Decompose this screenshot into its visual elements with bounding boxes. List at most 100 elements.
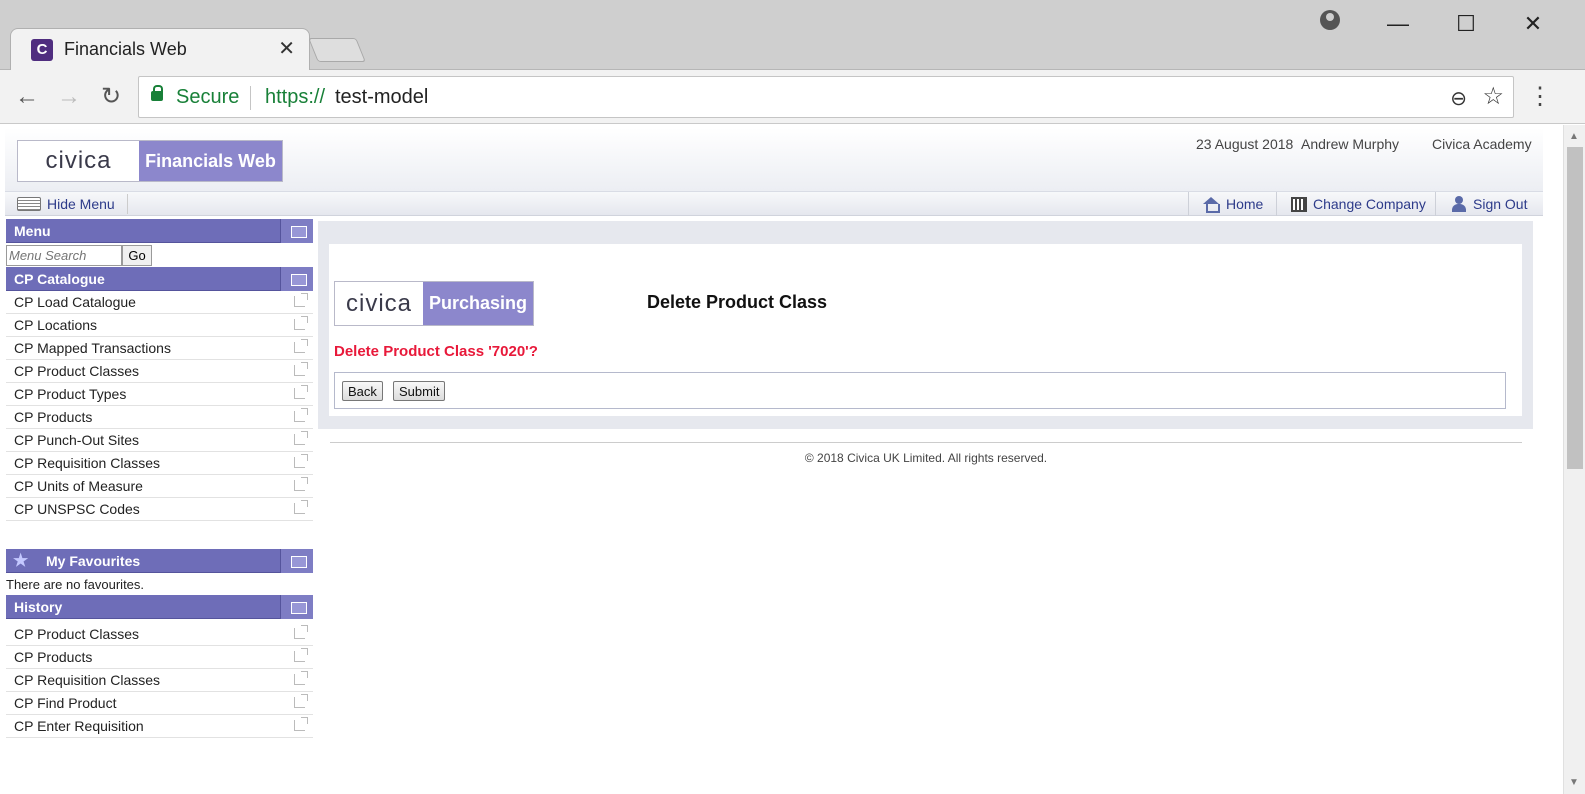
url-host: test-model bbox=[335, 86, 429, 108]
no-favourites-text: There are no favourites. bbox=[6, 577, 145, 592]
open-external-icon[interactable] bbox=[294, 477, 308, 491]
menu-item-label: CP Products bbox=[14, 409, 93, 425]
bookmark-star-icon[interactable]: ☆ bbox=[1482, 82, 1504, 111]
open-external-icon[interactable] bbox=[294, 293, 308, 307]
history-item-cp-find-product[interactable]: CP Find Product bbox=[6, 692, 313, 715]
browser-menu-icon[interactable]: ⋮ bbox=[1528, 82, 1552, 112]
history-header: History bbox=[6, 595, 313, 619]
history-panel-toggle-icon[interactable] bbox=[280, 595, 313, 619]
favourites-header: ★ My Favourites bbox=[6, 549, 313, 573]
hide-menu-button[interactable]: Hide Menu bbox=[17, 194, 128, 214]
home-link[interactable]: Home bbox=[1202, 194, 1263, 214]
menu-item-cp-load-catalogue[interactable]: CP Load Catalogue bbox=[6, 291, 313, 314]
menu-panel-toggle-icon[interactable] bbox=[280, 219, 313, 243]
app-header: civica Financials Web 23 August 2018 And… bbox=[5, 128, 1543, 192]
address-bar[interactable]: Secure https:// test-model ⊖ ☆ bbox=[138, 76, 1514, 118]
vertical-scrollbar[interactable]: ▲ ▼ bbox=[1563, 125, 1585, 794]
main-content-panel: civica Purchasing Delete Product Class D… bbox=[329, 244, 1522, 416]
open-external-icon[interactable] bbox=[294, 648, 308, 662]
history-item-cp-products[interactable]: CP Products bbox=[6, 646, 313, 669]
menu-item-cp-unspsc-codes[interactable]: CP UNSPSC Codes bbox=[6, 498, 313, 521]
secure-label: Secure bbox=[176, 86, 240, 108]
cp-catalogue-title: CP Catalogue bbox=[14, 271, 105, 287]
menu-item-cp-punch-out-sites[interactable]: CP Punch-Out Sites bbox=[6, 429, 313, 452]
open-external-icon[interactable] bbox=[294, 362, 308, 376]
sign-out-link[interactable]: Sign Out bbox=[1451, 194, 1527, 214]
lock-icon bbox=[151, 85, 163, 101]
browser-tab[interactable]: C Financials Web ✕ bbox=[10, 28, 310, 71]
hide-menu-label: Hide Menu bbox=[47, 196, 115, 212]
menu-item-cp-requisition-classes[interactable]: CP Requisition Classes bbox=[6, 452, 313, 475]
url-scheme: https:// bbox=[265, 86, 326, 108]
civica-logo-text: civica bbox=[335, 282, 423, 325]
menu-item-cp-product-classes[interactable]: CP Product Classes bbox=[6, 360, 313, 383]
open-external-icon[interactable] bbox=[294, 625, 308, 639]
menu-item-cp-product-types[interactable]: CP Product Types bbox=[6, 383, 313, 406]
new-tab-button[interactable] bbox=[308, 38, 366, 62]
purchasing-logo: civica Purchasing bbox=[334, 281, 534, 326]
footer-divider bbox=[330, 442, 1522, 443]
favourites-panel-toggle-icon[interactable] bbox=[280, 549, 313, 573]
scroll-down-icon[interactable]: ▼ bbox=[1569, 777, 1579, 788]
scroll-thumb[interactable] bbox=[1567, 147, 1583, 469]
forward-arrow-icon[interactable]: → bbox=[54, 82, 84, 112]
menu-item-label: CP Product Classes bbox=[14, 363, 140, 379]
submit-button[interactable]: Submit bbox=[393, 381, 446, 401]
menu-panel-header: Menu bbox=[6, 219, 313, 243]
menu-search-input[interactable] bbox=[6, 244, 122, 266]
reload-icon[interactable]: ↻ bbox=[96, 82, 126, 112]
open-external-icon[interactable] bbox=[294, 717, 308, 731]
change-company-link[interactable]: Change Company bbox=[1291, 194, 1426, 214]
account-icon[interactable] bbox=[1320, 10, 1340, 30]
back-button[interactable]: Back bbox=[342, 381, 383, 401]
menu-item-cp-units-of-measure[interactable]: CP Units of Measure bbox=[6, 475, 313, 498]
home-icon bbox=[1202, 197, 1220, 213]
zoom-icon[interactable]: ⊖ bbox=[1450, 86, 1467, 111]
open-external-icon[interactable] bbox=[294, 500, 308, 514]
scroll-up-icon[interactable]: ▲ bbox=[1569, 131, 1579, 142]
open-external-icon[interactable] bbox=[294, 385, 308, 399]
history-title: History bbox=[14, 599, 63, 615]
action-button-bar: Back Submit bbox=[334, 372, 1506, 409]
menu-item-cp-products[interactable]: CP Products bbox=[6, 406, 313, 429]
minimize-icon[interactable]: — bbox=[1378, 8, 1418, 40]
open-external-icon[interactable] bbox=[294, 339, 308, 353]
copyright-text: © 2018 Civica UK Limited. All rights res… bbox=[804, 451, 1048, 465]
menu-item-label: CP Load Catalogue bbox=[14, 294, 136, 310]
app-toolbar: Hide Menu Home Change Company Sign Out bbox=[5, 192, 1543, 216]
change-company-label: Change Company bbox=[1313, 196, 1426, 212]
sidebar: Menu Go CP Catalogue CP Load Catalogue C… bbox=[6, 219, 313, 738]
folder-up-icon[interactable] bbox=[280, 267, 313, 291]
menu-item-cp-locations[interactable]: CP Locations bbox=[6, 314, 313, 337]
history-list: CP Product Classes CP Products CP Requis… bbox=[6, 623, 313, 738]
civica-favicon-icon: C bbox=[31, 39, 53, 61]
open-external-icon[interactable] bbox=[294, 454, 308, 468]
history-item-cp-product-classes[interactable]: CP Product Classes bbox=[6, 623, 313, 646]
browser-toolbar: ← → ↻ Secure https:// test-model ⊖ ☆ ⋮ bbox=[0, 70, 1585, 124]
menu-item-cp-mapped-transactions[interactable]: CP Mapped Transactions bbox=[6, 337, 313, 360]
back-arrow-icon[interactable]: ← bbox=[12, 82, 42, 112]
financials-web-logo: civica Financials Web bbox=[17, 140, 283, 182]
catalogue-list: CP Load Catalogue CP Locations CP Mapped… bbox=[6, 291, 313, 521]
open-external-icon[interactable] bbox=[294, 408, 308, 422]
current-user: Andrew Murphy bbox=[1301, 136, 1400, 152]
current-company: Civica Academy bbox=[1432, 136, 1532, 152]
history-item-label: CP Requisition Classes bbox=[14, 672, 161, 688]
civica-logo-text: civica bbox=[18, 141, 139, 181]
toolbar-divider bbox=[1435, 192, 1436, 216]
open-external-icon[interactable] bbox=[294, 316, 308, 330]
current-date: 23 August 2018 bbox=[1196, 136, 1294, 152]
close-window-icon[interactable]: ✕ bbox=[1513, 8, 1553, 40]
menu-search-go-button[interactable]: Go bbox=[122, 244, 152, 266]
history-item-cp-enter-requisition[interactable]: CP Enter Requisition bbox=[6, 715, 313, 738]
open-external-icon[interactable] bbox=[294, 671, 308, 685]
maximize-icon[interactable]: ☐ bbox=[1446, 8, 1486, 40]
history-item-cp-requisition-classes[interactable]: CP Requisition Classes bbox=[6, 669, 313, 692]
open-external-icon[interactable] bbox=[294, 694, 308, 708]
cp-catalogue-header[interactable]: CP Catalogue bbox=[6, 267, 313, 291]
menu-panel-title: Menu bbox=[14, 223, 51, 239]
sign-out-label: Sign Out bbox=[1473, 196, 1528, 212]
open-external-icon[interactable] bbox=[294, 431, 308, 445]
tab-close-icon[interactable]: ✕ bbox=[278, 38, 295, 60]
